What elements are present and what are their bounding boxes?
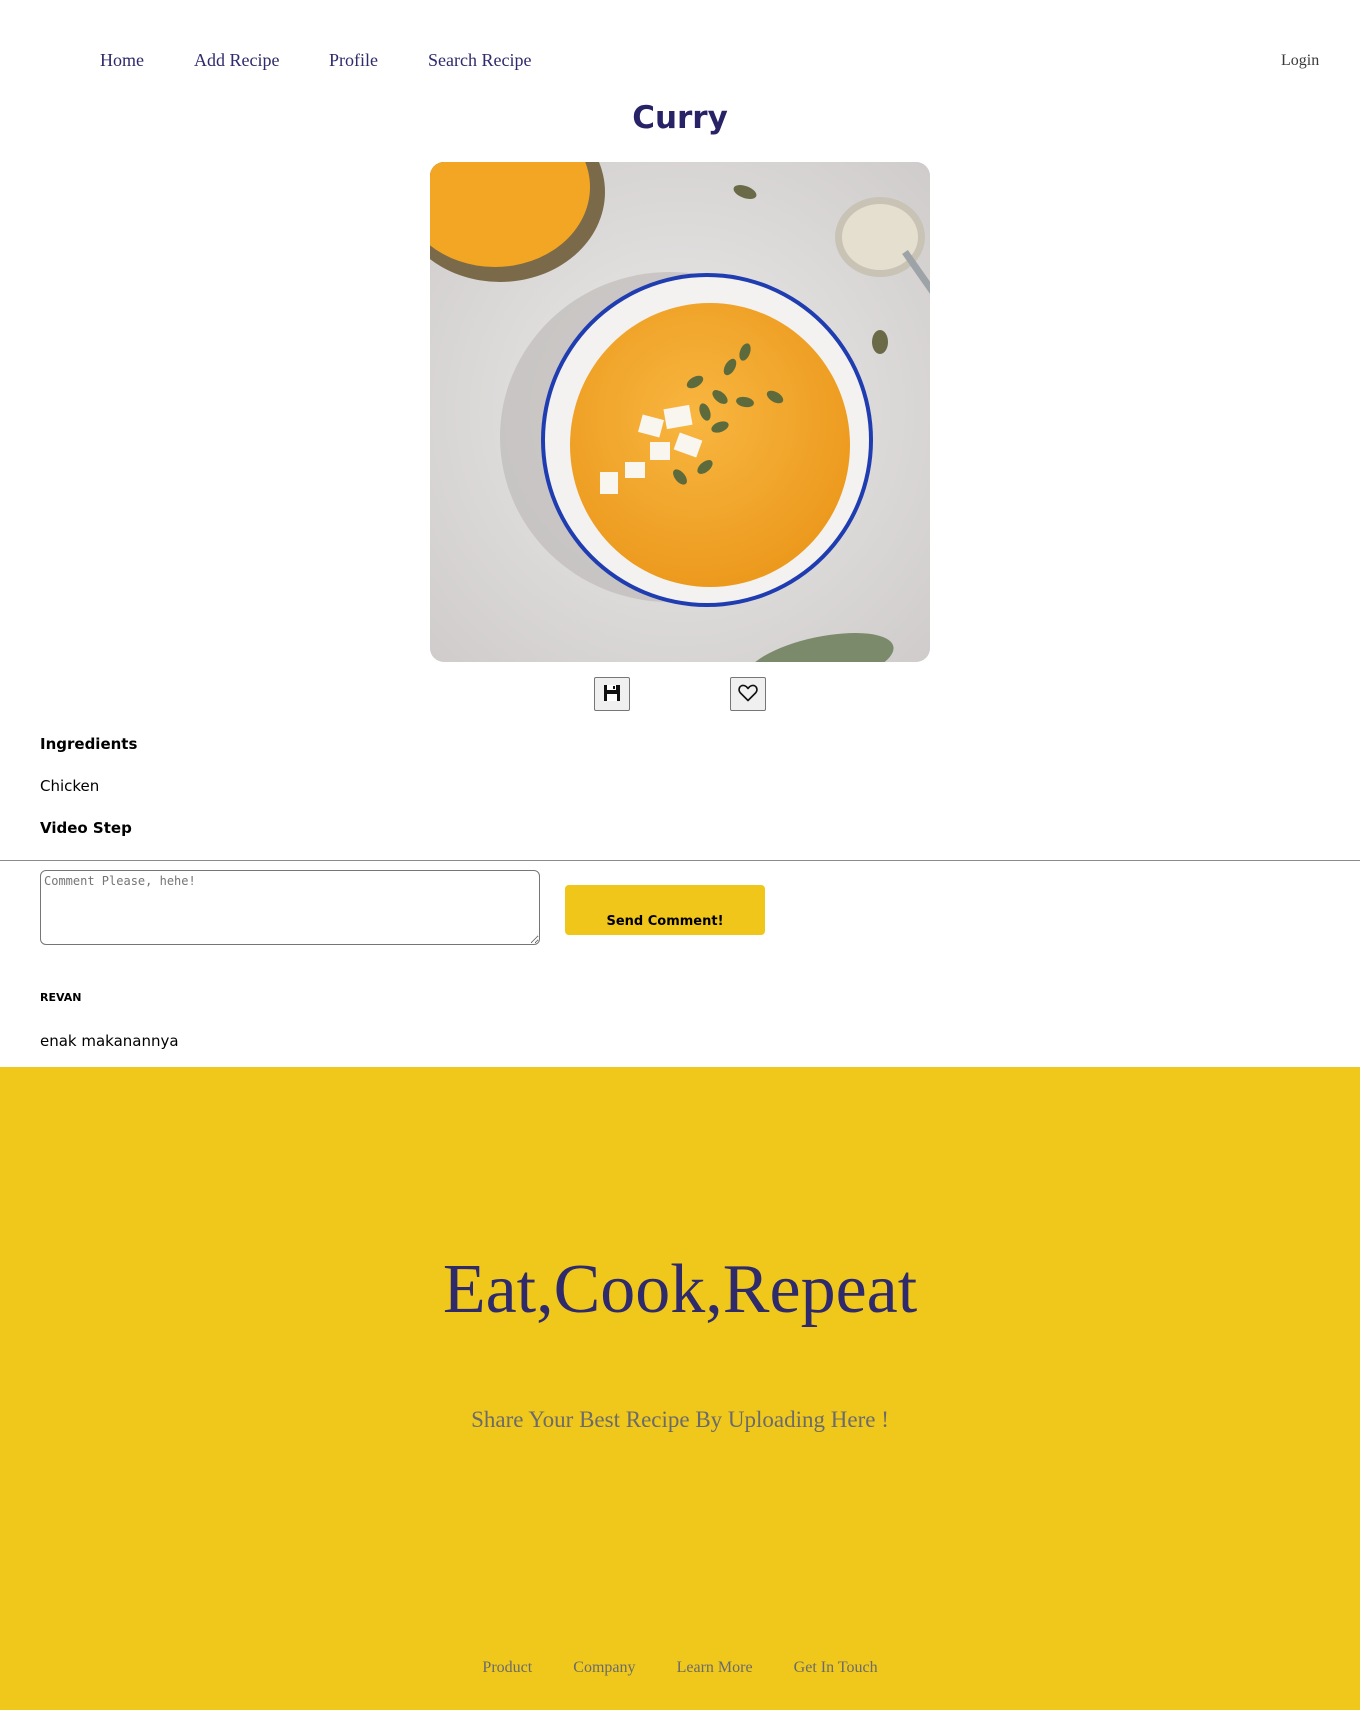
- top-nav: Home Add Recipe Profile Search Recipe Lo…: [0, 0, 1360, 100]
- soup-bowl-photo: [430, 162, 930, 662]
- recipe-photo: [430, 162, 930, 662]
- footer-link-product[interactable]: Product: [482, 1659, 532, 1676]
- heart-icon: [738, 684, 758, 705]
- nav-home-link[interactable]: Home: [100, 50, 144, 71]
- like-recipe-button[interactable]: [730, 677, 766, 711]
- comment-text: enak makanannya: [40, 1032, 179, 1050]
- footer-link-company[interactable]: Company: [573, 1659, 635, 1676]
- section-divider: [0, 860, 1360, 861]
- footer-links: Product Company Learn More Get In Touch: [0, 1657, 1360, 1677]
- footer-link-get-in-touch[interactable]: Get In Touch: [794, 1659, 878, 1676]
- send-comment-button[interactable]: Send Comment!: [565, 885, 765, 935]
- recipe-title: Curry: [632, 100, 728, 136]
- video-step-heading: Video Step: [40, 819, 132, 837]
- floppy-disk-icon: [603, 684, 621, 705]
- nav-add-recipe-link[interactable]: Add Recipe: [194, 50, 279, 71]
- nav-search-recipe-link[interactable]: Search Recipe: [428, 50, 531, 71]
- comment-textarea[interactable]: [40, 870, 540, 945]
- footer-link-learn-more[interactable]: Learn More: [677, 1659, 753, 1676]
- footer: Eat,Cook,Repeat Share Your Best Recipe B…: [0, 1067, 1360, 1710]
- nav-login-link[interactable]: Login: [1281, 52, 1319, 70]
- nav-profile-link[interactable]: Profile: [329, 50, 378, 71]
- ingredients-value: Chicken: [40, 777, 100, 795]
- comment-author: REVAN: [40, 991, 82, 1004]
- ingredients-heading: Ingredients: [40, 735, 138, 753]
- footer-subtitle: Share Your Best Recipe By Uploading Here…: [471, 1407, 889, 1432]
- save-recipe-button[interactable]: [594, 677, 630, 711]
- footer-tagline: Eat,Cook,Repeat: [442, 1251, 918, 1328]
